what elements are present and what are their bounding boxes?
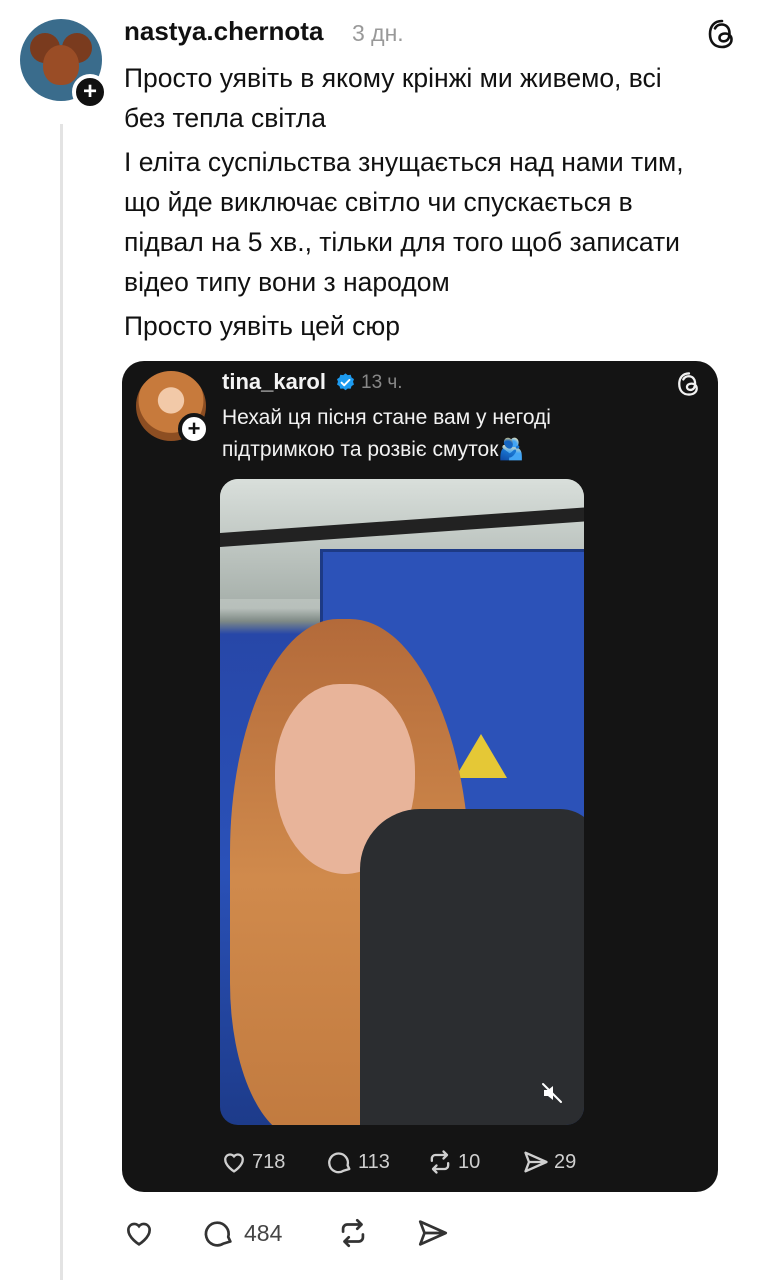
post-text-line: відео типу вони з народом [124,267,450,297]
post-text-line: без тепла світла [124,103,327,133]
quoted-reply-button[interactable]: 113 [326,1148,390,1176]
post-text-line: Просто уявіть цей сюр [124,311,400,341]
repost-button[interactable] [336,1216,378,1250]
quoted-share-button[interactable]: 29 [522,1148,576,1176]
quoted-text-line: підтримкою та розвіє смуток🫂 [222,438,525,461]
heart-icon [127,1222,151,1246]
author-username[interactable]: nastya.chernota [124,16,323,47]
quoted-text-line: Нехай ця пісня стане вам у негоді [222,406,551,429]
thread-connector-line [60,124,63,1280]
quoted-like-button[interactable]: 718 [220,1148,285,1176]
post-text-line: що йде виключає світло чи спускається в [124,187,633,217]
heart-icon [224,1153,244,1173]
post-timestamp: 3 дн. [352,20,404,46]
post-action-bar: 484 [122,1216,462,1256]
muted-speaker-icon[interactable] [540,1081,564,1105]
send-icon [418,1220,448,1246]
like-button[interactable] [122,1216,164,1250]
quoted-repost-count: 10 [458,1150,481,1173]
quoted-post-card[interactable]: + tina_karol 13 ч. Нехай ця пісня стане … [122,361,718,1192]
share-button[interactable] [416,1216,458,1250]
quoted-like-count: 718 [252,1150,286,1173]
post-text-line: підвал на 5 хв., тільки для того щоб зап… [124,227,680,257]
comment-icon [328,1152,351,1174]
threads-icon[interactable] [706,18,738,50]
threads-icon[interactable] [676,371,702,397]
quoted-timestamp: 13 ч. [361,372,403,393]
quoted-repost-button[interactable]: 10 [426,1148,480,1176]
quoted-follow-plus-button[interactable]: + [178,413,210,445]
quoted-username[interactable]: tina_karol [222,369,326,395]
post-text-line: Просто уявіть в якому крінжі ми живемо, … [124,63,662,93]
quoted-action-bar: 718 113 10 29 [220,1148,700,1178]
repost-icon [430,1150,450,1174]
quoted-reply-count: 113 [358,1150,390,1173]
reply-button[interactable]: 484 [202,1216,282,1250]
comment-icon [204,1221,232,1247]
follow-plus-button[interactable]: + [72,74,108,110]
verified-badge-icon [337,373,354,391]
video-player[interactable] [220,479,584,1125]
send-icon [524,1151,548,1173]
quoted-post-text: Нехай ця пісня стане вам у негоді підтри… [222,402,642,466]
quoted-share-count: 29 [554,1150,577,1173]
post-text-line: І еліта суспільства знущається над нами … [124,147,684,177]
reply-count: 484 [244,1219,283,1246]
repost-icon [341,1218,365,1248]
